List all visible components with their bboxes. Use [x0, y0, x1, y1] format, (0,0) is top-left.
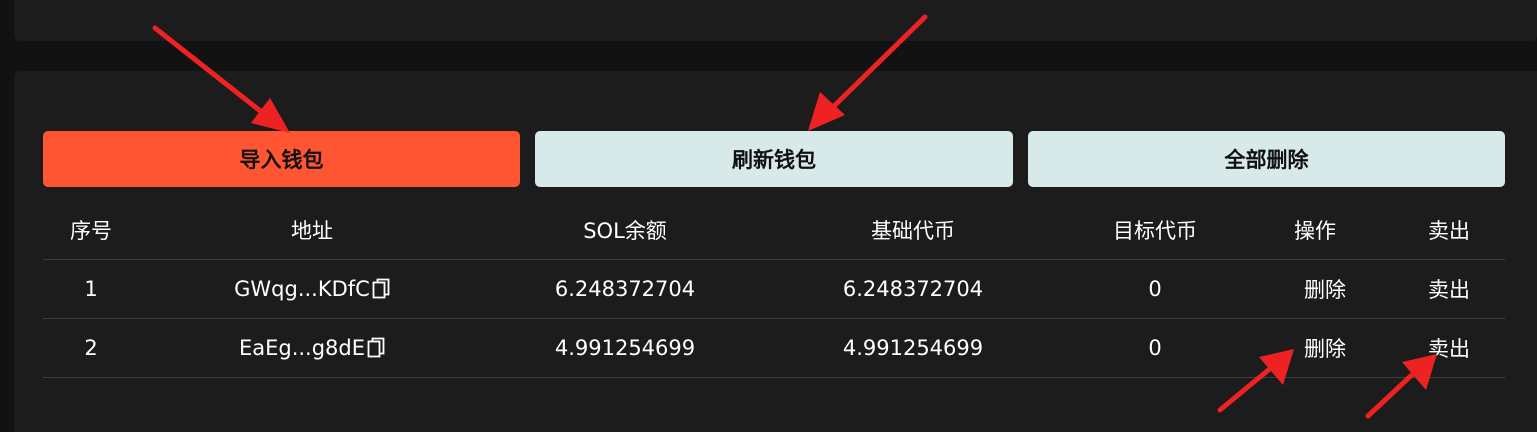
wallet-table: 序号 地址 SOL余额 基础代币 目标代币 操作 卖出 1 GWqg...KDf…: [43, 201, 1505, 378]
sell-button[interactable]: 卖出: [1409, 319, 1489, 377]
wallet-address: EaEg...g8dE: [238, 336, 366, 360]
row-target-token: 0: [1148, 336, 1162, 360]
header-sell: 卖出: [1428, 219, 1470, 243]
copy-icon[interactable]: [367, 337, 385, 359]
header-action: 操作: [1294, 219, 1336, 243]
row-sol-balance: 6.248372704: [554, 277, 696, 301]
row-target-token: 0: [1148, 277, 1162, 301]
wallet-address: GWqg...KDfC: [234, 277, 370, 301]
sell-button[interactable]: 卖出: [1409, 260, 1489, 318]
row-index: 1: [84, 277, 98, 301]
refresh-wallet-button[interactable]: 刷新钱包: [535, 131, 1013, 187]
row-sol-balance: 4.991254699: [554, 336, 696, 360]
table-row: 1 GWqg...KDfC 6.248372704 6.248372704 0 …: [43, 260, 1505, 319]
copy-icon[interactable]: [372, 278, 390, 300]
row-address-cell: EaEg...g8dE: [212, 319, 412, 377]
row-base-token: 6.248372704: [842, 277, 984, 301]
header-sol-balance: SOL余额: [583, 219, 667, 243]
row-index: 2: [84, 336, 98, 360]
row-base-token: 4.991254699: [842, 336, 984, 360]
delete-wallet-button[interactable]: 删除: [1281, 260, 1369, 318]
top-panel: [14, 0, 1537, 41]
header-base-token: 基础代币: [871, 219, 955, 243]
row-address-cell: GWqg...KDfC: [212, 260, 412, 318]
table-row: 2 EaEg...g8dE 4.991254699 4.991254699 0 …: [43, 319, 1505, 378]
header-target-token: 目标代币: [1113, 219, 1197, 243]
import-wallet-button[interactable]: 导入钱包: [43, 131, 520, 187]
header-address: 地址: [291, 219, 333, 243]
delete-all-button[interactable]: 全部删除: [1028, 131, 1505, 187]
table-header-row: 序号 地址 SOL余额 基础代币 目标代币 操作 卖出: [43, 201, 1505, 260]
header-index: 序号: [70, 219, 112, 243]
delete-wallet-button[interactable]: 删除: [1281, 319, 1369, 377]
